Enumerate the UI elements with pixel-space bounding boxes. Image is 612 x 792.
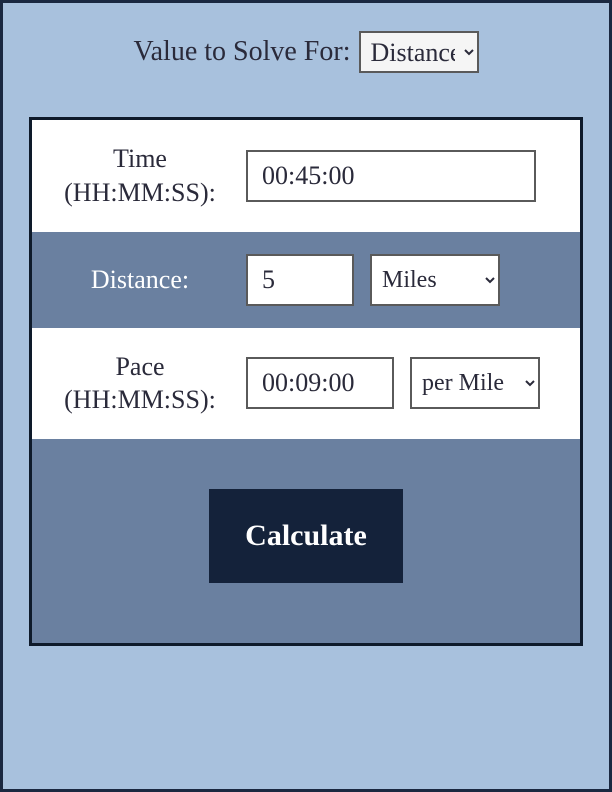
pace-input[interactable] [246, 357, 394, 409]
time-row: Time (HH:MM:SS): [32, 120, 580, 232]
distance-unit-select[interactable]: Miles Kilometers Meters Yards [370, 254, 500, 306]
distance-row: Distance: Miles Kilometers Meters Yards [32, 232, 580, 328]
button-row: Calculate [32, 439, 580, 643]
time-input[interactable] [246, 150, 536, 202]
calculate-button[interactable]: Calculate [209, 489, 403, 583]
pace-row: Pace (HH:MM:SS): per Mile per Kilometer [32, 328, 580, 440]
distance-label: Distance: [50, 263, 230, 297]
solve-for-label: Value to Solve For: [134, 36, 351, 68]
calculator-panel: Value to Solve For: Distance Time Pace T… [0, 0, 612, 792]
pace-unit-select[interactable]: per Mile per Kilometer [410, 357, 540, 409]
pace-label: Pace (HH:MM:SS): [50, 350, 230, 418]
form-container: Time (HH:MM:SS): Distance: Miles Kilomet… [29, 117, 583, 646]
solve-for-select[interactable]: Distance Time Pace [359, 31, 479, 73]
solve-for-row: Value to Solve For: Distance Time Pace [29, 31, 583, 73]
time-label: Time (HH:MM:SS): [50, 142, 230, 210]
distance-input[interactable] [246, 254, 354, 306]
